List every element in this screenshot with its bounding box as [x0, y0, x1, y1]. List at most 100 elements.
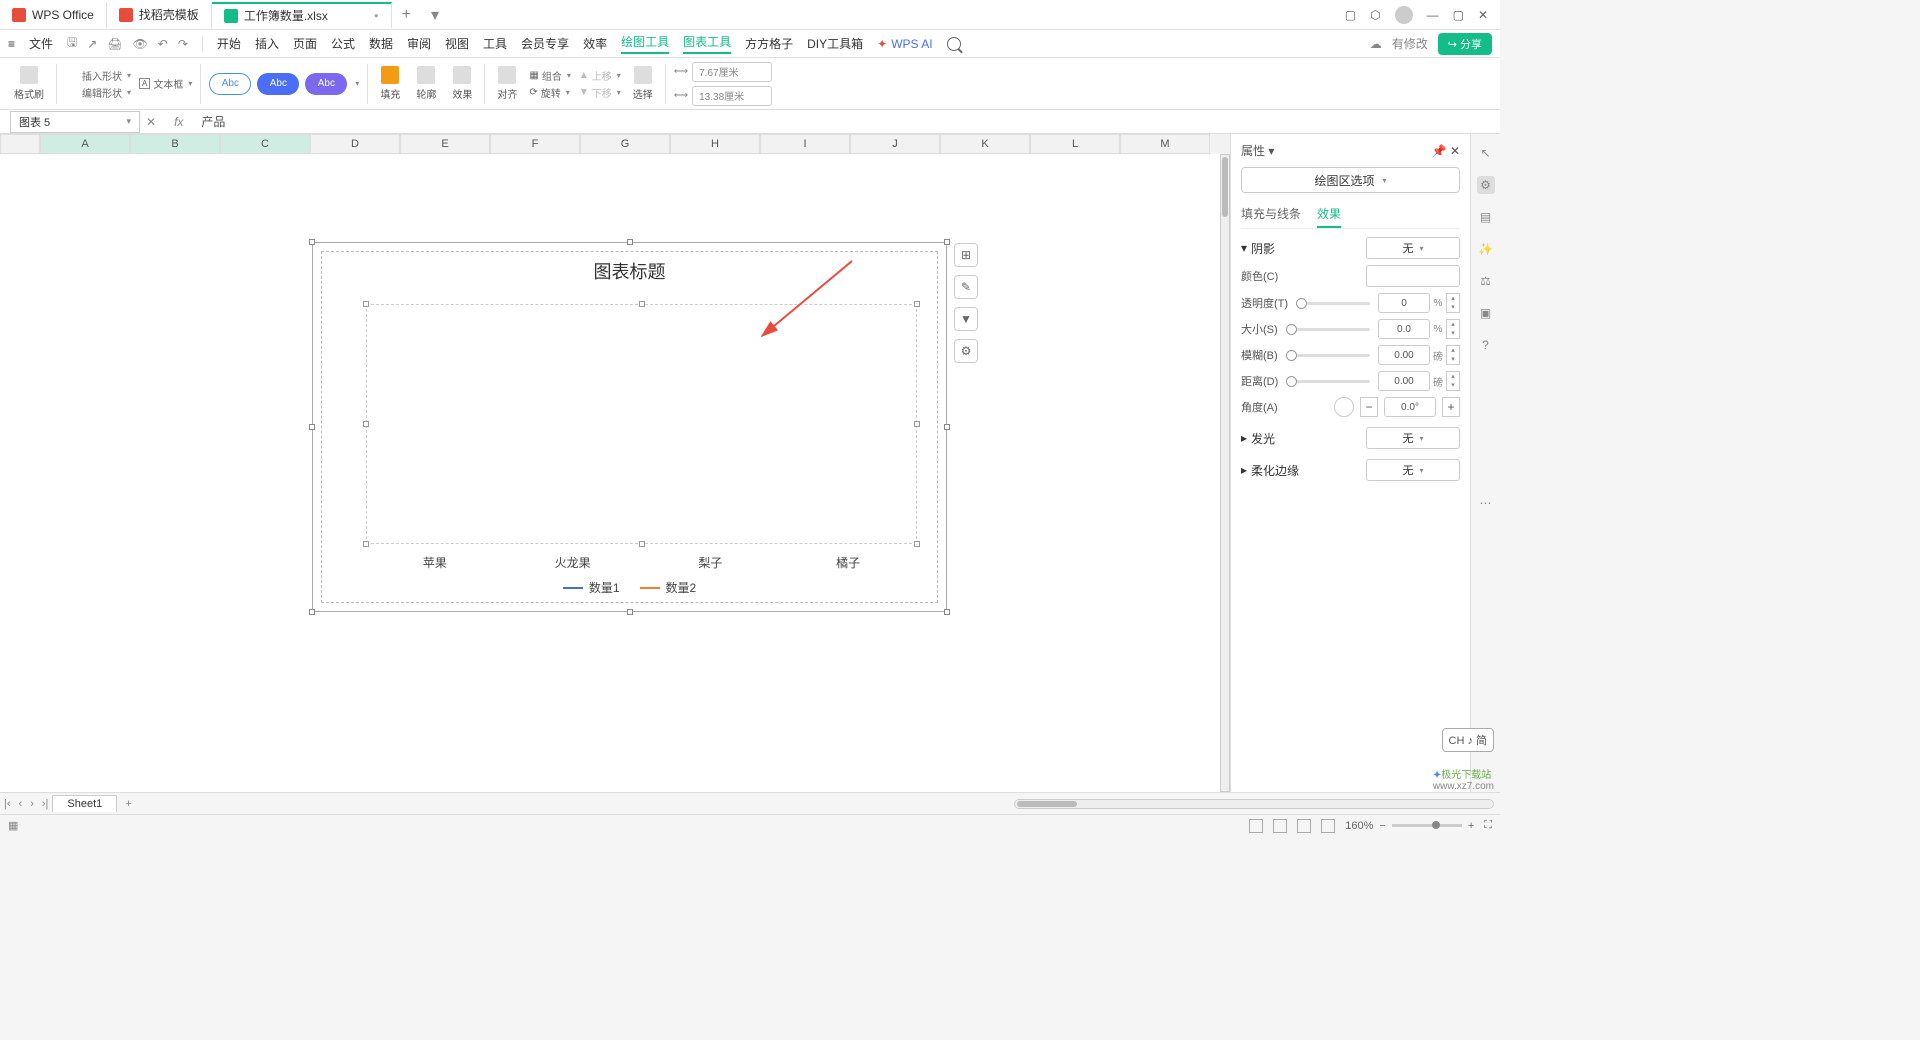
new-tab-button[interactable]: + [392, 6, 421, 24]
width-input[interactable]: 13.38厘米 [692, 86, 772, 106]
opacity-slider[interactable] [1296, 302, 1370, 305]
vertical-scrollbar[interactable] [1220, 154, 1230, 792]
align-button[interactable]: 对齐 [493, 64, 521, 103]
menu-insert[interactable]: 插入 [255, 35, 279, 52]
height-input[interactable]: 7.67厘米 [692, 62, 772, 82]
chart-object[interactable]: 图表标题 苹果 火龙果 梨子 橘子 [312, 242, 947, 612]
avatar[interactable] [1395, 6, 1413, 24]
chart-elements-button[interactable]: ⊞ [954, 243, 978, 267]
resize-handle[interactable] [309, 239, 315, 245]
horizontal-scrollbar[interactable] [1014, 799, 1494, 809]
search-icon[interactable] [947, 37, 961, 51]
more-tool-icon[interactable]: ⋯ [1477, 494, 1495, 512]
size-slider[interactable] [1286, 328, 1370, 331]
stepper[interactable]: ▴▾ [1446, 371, 1460, 391]
angle-input[interactable]: 0.0 ° [1384, 397, 1436, 417]
zoom-in-button[interactable]: + [1468, 820, 1474, 832]
close-button[interactable]: ✕ [1478, 8, 1488, 22]
col-header[interactable]: A [40, 134, 130, 154]
tab-effect[interactable]: 效果 [1317, 201, 1341, 228]
resize-handle[interactable] [309, 609, 315, 615]
resize-handle[interactable] [627, 609, 633, 615]
tab-template[interactable]: 找稻壳模板 [107, 2, 212, 28]
style-more[interactable]: ▾ [355, 79, 359, 88]
section-shadow[interactable]: ▾ 阴影 无▾ [1241, 237, 1460, 259]
minimize-button[interactable]: — [1427, 8, 1439, 22]
section-glow[interactable]: ▸ 发光 无▾ [1241, 427, 1460, 449]
col-header[interactable]: J [850, 134, 940, 154]
resize-handle[interactable] [944, 424, 950, 430]
stepper[interactable]: ▴▾ [1446, 319, 1460, 339]
resize-handle[interactable] [309, 424, 315, 430]
cloud-icon[interactable]: ☁ [1370, 37, 1382, 51]
style-preset-2[interactable]: Abc [257, 73, 299, 95]
col-header[interactable]: D [310, 134, 400, 154]
tab-wps-home[interactable]: WPS Office [0, 2, 107, 28]
view-normal-icon[interactable] [1249, 819, 1263, 833]
magic-tool-icon[interactable]: ✨ [1477, 240, 1495, 258]
zoom-value[interactable]: 160% [1345, 820, 1373, 832]
view-break-icon[interactable] [1297, 819, 1311, 833]
fx-cancel-icon[interactable]: ✕ [140, 115, 162, 129]
image-tool-icon[interactable]: ▣ [1477, 304, 1495, 322]
save-icon[interactable]: 🖫 [67, 33, 77, 54]
resize-handle[interactable] [944, 239, 950, 245]
col-header[interactable]: B [130, 134, 220, 154]
undo-icon[interactable]: ↶ [158, 37, 168, 51]
zoom-out-button[interactable]: − [1379, 820, 1385, 832]
col-header[interactable]: I [760, 134, 850, 154]
close-panel-icon[interactable]: ✕ [1450, 144, 1460, 158]
col-header[interactable]: H [670, 134, 760, 154]
cursor-tool-icon[interactable]: ↖ [1477, 144, 1495, 162]
add-sheet-button[interactable]: + [117, 798, 139, 810]
select-all-corner[interactable] [0, 134, 40, 154]
chart-styles-button[interactable]: ✎ [954, 275, 978, 299]
col-header[interactable]: M [1120, 134, 1210, 154]
window-layout-icon[interactable]: ▢ [1345, 8, 1356, 22]
blur-slider[interactable] [1286, 354, 1370, 357]
menu-file[interactable]: 文件 [29, 35, 53, 52]
menu-chart-tools[interactable]: 图表工具 [683, 33, 731, 54]
preview-icon[interactable]: 👁 [133, 37, 148, 51]
menu-hamburger[interactable]: ≡ [8, 37, 15, 51]
soft-preset-dropdown[interactable]: 无▾ [1366, 459, 1460, 481]
style-preset-1[interactable]: Abc [209, 73, 251, 95]
tab-menu-button[interactable]: ▾ [421, 5, 449, 25]
resize-handle[interactable] [627, 239, 633, 245]
pin-icon[interactable]: 📌 [1432, 144, 1447, 158]
menu-data[interactable]: 数据 [369, 35, 393, 52]
col-header[interactable]: K [940, 134, 1030, 154]
sheet-nav-prev[interactable]: ‹ [15, 798, 27, 810]
share-button[interactable]: ↪ 分享 [1438, 33, 1492, 55]
fullscreen-icon[interactable]: ⛶ [1484, 819, 1492, 832]
name-box[interactable]: 图表 5▾ [10, 111, 140, 133]
col-header[interactable]: C [220, 134, 310, 154]
select-button[interactable]: 选择 [629, 64, 657, 103]
menu-start[interactable]: 开始 [217, 35, 241, 52]
legend-item[interactable]: 数量2 [640, 579, 697, 596]
menu-tools[interactable]: 工具 [483, 35, 507, 52]
distance-slider[interactable] [1286, 380, 1370, 383]
angle-plus[interactable]: + [1442, 397, 1460, 417]
edit-shape-button[interactable]: 编辑形状▾ [65, 85, 131, 100]
tab-workbook[interactable]: 工作簿数量.xlsx● [212, 2, 392, 28]
col-header[interactable]: E [400, 134, 490, 154]
menu-formula[interactable]: 公式 [331, 35, 355, 52]
stepper[interactable]: ▴▾ [1446, 345, 1460, 365]
help-tool-icon[interactable]: ? [1477, 336, 1495, 354]
redo-icon[interactable]: ↷ [178, 37, 188, 51]
outline-button[interactable]: 轮廓 [412, 64, 440, 103]
settings-tool-icon[interactable]: ⚙ [1477, 176, 1495, 194]
sheet-nav-first[interactable]: |‹ [0, 798, 15, 810]
col-header[interactable]: G [580, 134, 670, 154]
view-read-icon[interactable] [1321, 819, 1335, 833]
adjust-tool-icon[interactable]: ⚖ [1477, 272, 1495, 290]
menu-drawing-tools[interactable]: 绘图工具 [621, 33, 669, 54]
sheet-nav-last[interactable]: ›| [38, 798, 53, 810]
format-brush-button[interactable]: 格式刷 [10, 64, 48, 103]
opacity-input[interactable]: 0 [1378, 293, 1430, 313]
chart-settings-button[interactable]: ⚙ [954, 339, 978, 363]
distance-input[interactable]: 0.00 [1378, 371, 1430, 391]
print-icon[interactable]: 🖨 [107, 37, 122, 51]
textbox-button[interactable]: A文本框▾ [139, 76, 192, 91]
